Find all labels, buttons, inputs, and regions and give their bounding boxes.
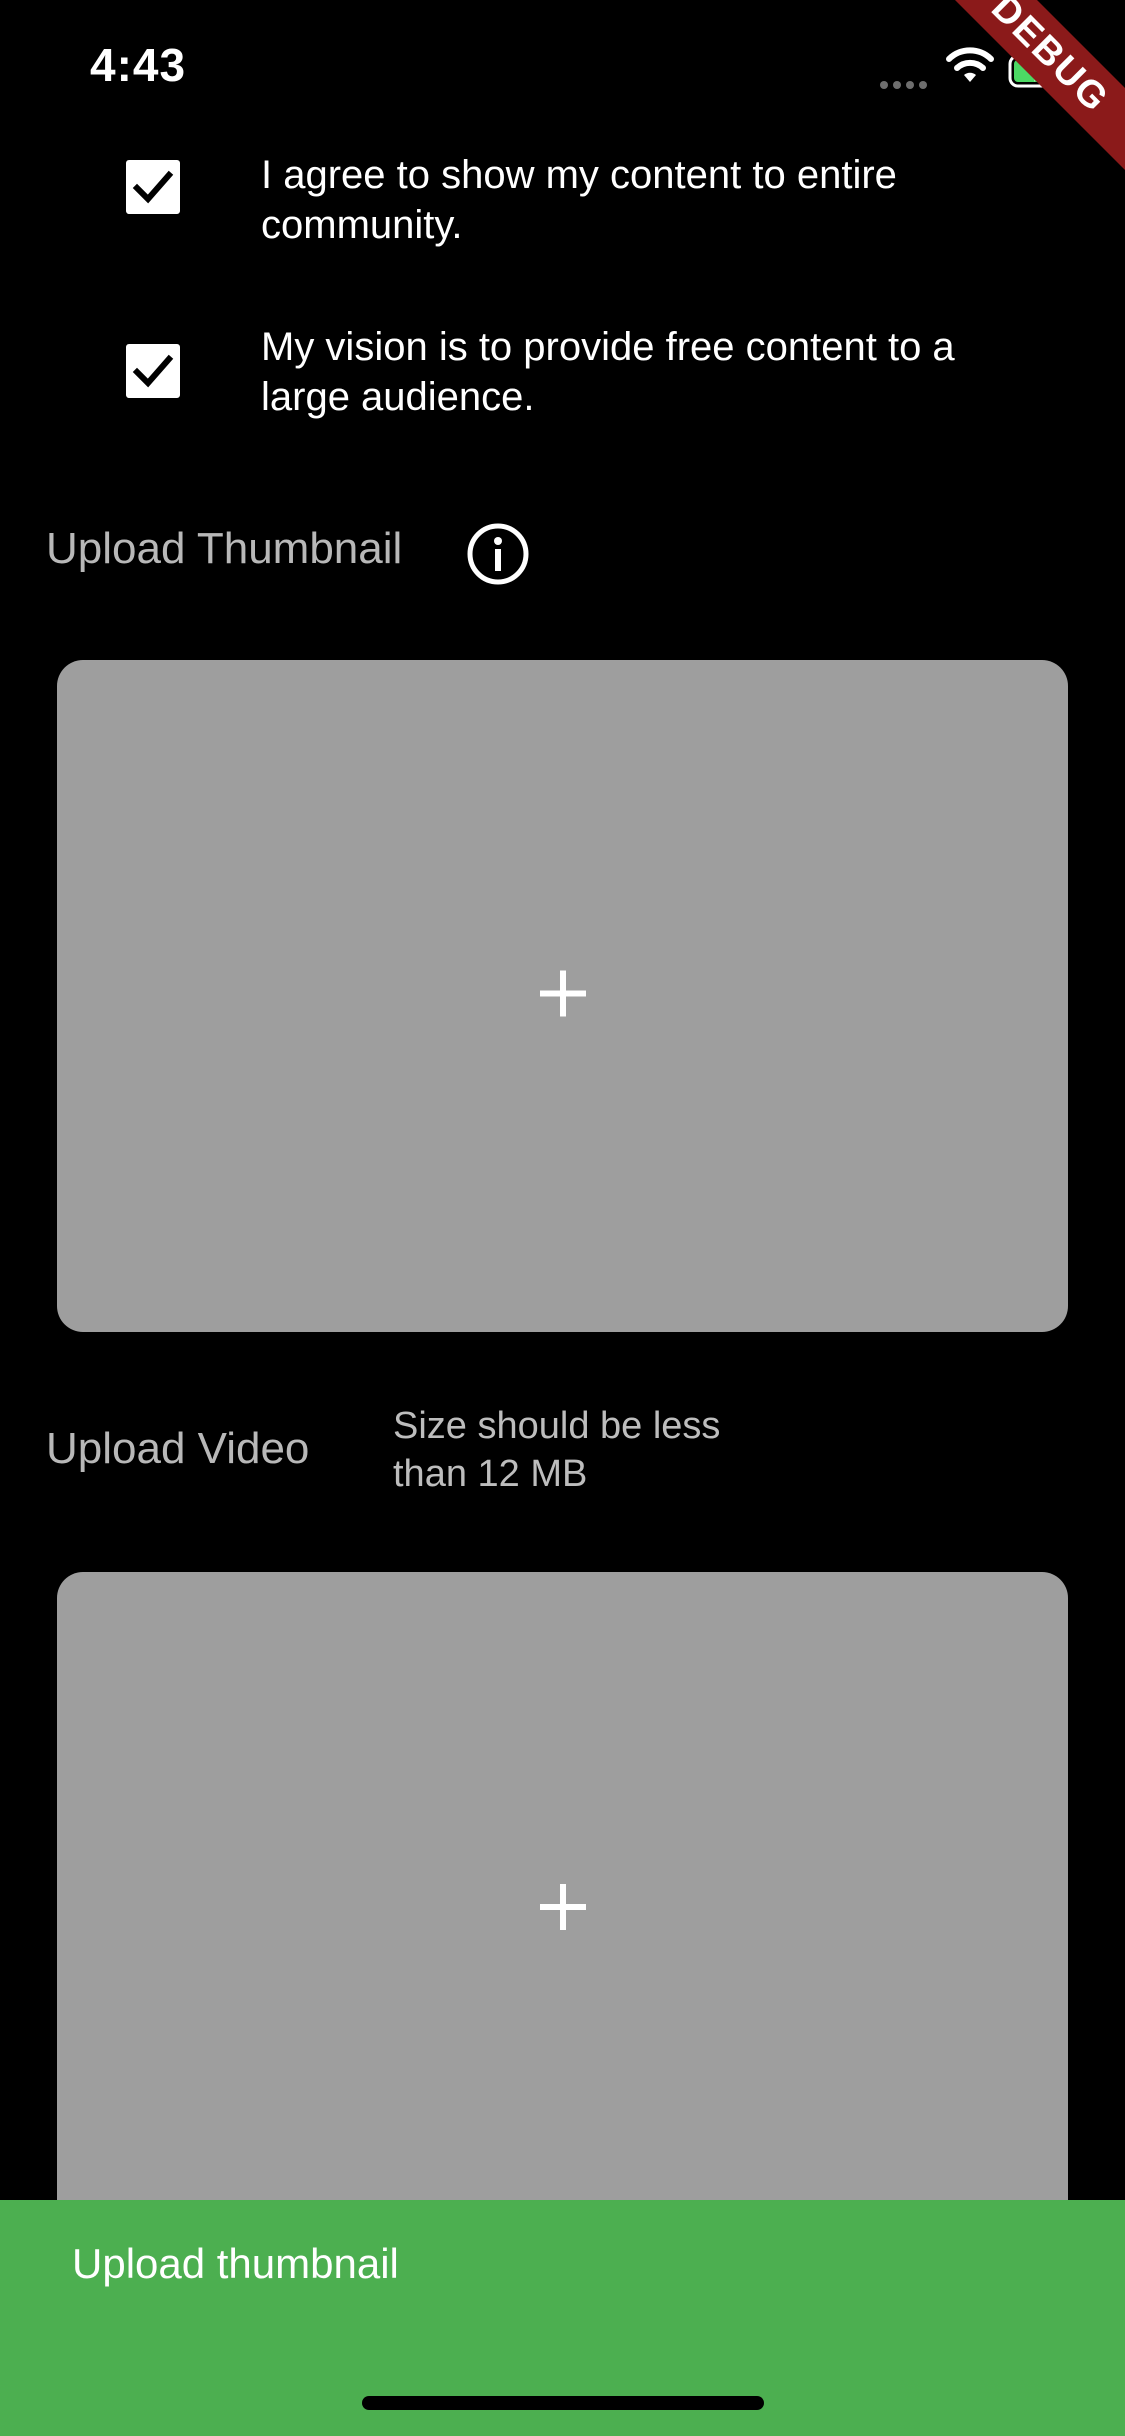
checkbox-checked[interactable] (126, 344, 180, 398)
snackbar: Upload thumbnail (0, 2200, 1125, 2436)
status-time: 4:43 (90, 39, 187, 91)
plus-icon (539, 970, 586, 1022)
checkbox-checked[interactable] (126, 160, 180, 214)
status-bar: 4:43 (0, 0, 1125, 140)
cellular-signal-icon (880, 76, 932, 94)
wifi-icon (945, 46, 995, 89)
upload-video-label: Upload Video (46, 1424, 310, 1473)
agreement-text: My vision is to provide free content to … (261, 325, 955, 419)
info-icon[interactable] (466, 522, 530, 591)
plus-icon (539, 1884, 586, 1935)
home-indicator[interactable] (362, 2396, 764, 2410)
checkmark-icon (132, 354, 174, 388)
snackbar-message: Upload thumbnail (72, 2240, 399, 2287)
checkmark-icon (132, 170, 174, 204)
thumbnail-upload-box[interactable] (57, 660, 1068, 1332)
video-upload-box[interactable] (57, 1572, 1068, 2272)
size-note: Size should be less than 12 MB (393, 1405, 721, 1495)
agreement-text: I agree to show my content to entire com… (261, 153, 897, 247)
upload-thumbnail-label: Upload Thumbnail (46, 524, 403, 573)
